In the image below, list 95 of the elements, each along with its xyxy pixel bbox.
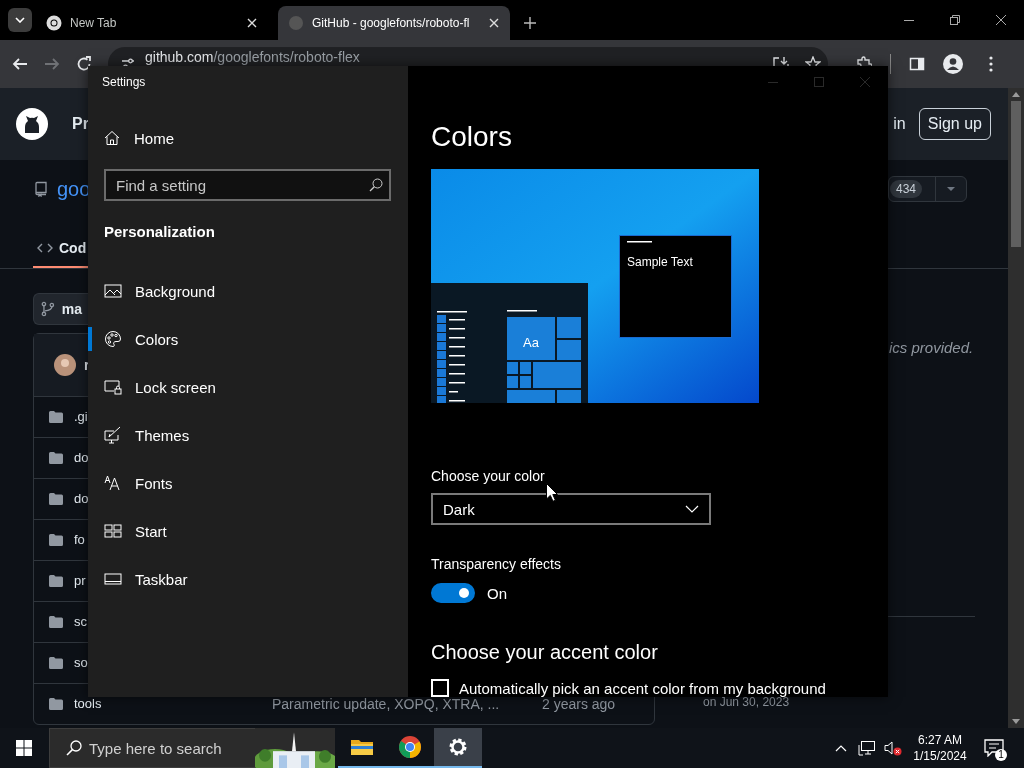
lock-screen-icon bbox=[104, 378, 122, 396]
search-field[interactable]: Type here to search bbox=[49, 728, 255, 768]
folder-icon bbox=[48, 573, 64, 589]
nav-item[interactable]: Colors bbox=[88, 315, 408, 363]
nav-link[interactable]: Pr bbox=[72, 115, 89, 133]
browser-tab[interactable]: GitHub - googlefonts/roboto-fl bbox=[278, 6, 510, 40]
chrome-logo-icon bbox=[46, 15, 62, 31]
sample-text: Sample Text bbox=[627, 255, 693, 269]
sign-in-link[interactable]: in bbox=[893, 115, 906, 133]
reload-icon[interactable] bbox=[76, 56, 92, 72]
mouse-pointer-icon bbox=[546, 483, 558, 502]
file-name[interactable]: fo bbox=[74, 532, 85, 548]
field-label: Transparency effects bbox=[431, 555, 561, 573]
checkbox[interactable] bbox=[431, 679, 449, 697]
star-count-button[interactable]: 434 bbox=[888, 176, 967, 202]
logo-icon[interactable] bbox=[16, 108, 48, 140]
nav-item[interactable]: Themes bbox=[88, 411, 408, 459]
home-link[interactable]: Home bbox=[88, 118, 408, 158]
file-name[interactable]: pr bbox=[74, 573, 86, 589]
release-date: on Jun 30, 2023 bbox=[702, 695, 790, 709]
font-icon bbox=[104, 474, 122, 492]
avatar[interactable] bbox=[54, 354, 76, 376]
commit-message[interactable]: Parametric update, XOPQ, XTRA, ... bbox=[272, 696, 542, 712]
chrome-logo-icon bbox=[398, 735, 422, 759]
file-name[interactable]: so bbox=[74, 655, 88, 671]
branch-icon bbox=[40, 301, 56, 317]
windows-logo-icon[interactable] bbox=[16, 740, 32, 756]
down-arrow-icon[interactable] bbox=[1012, 719, 1020, 724]
toggle-switch[interactable] bbox=[431, 583, 475, 603]
menu-dots-icon[interactable] bbox=[989, 56, 993, 72]
picture-frame-icon bbox=[104, 282, 122, 300]
section-heading: Personalization bbox=[103, 223, 215, 241]
url-text: github.com/googlefonts/roboto-flex bbox=[145, 49, 360, 65]
speech-bubble-icon bbox=[984, 739, 1004, 757]
field-label: Choose your color bbox=[431, 467, 545, 485]
tiles-icon bbox=[104, 522, 122, 540]
folder-icon bbox=[48, 532, 64, 548]
branch-button[interactable]: ma bbox=[33, 293, 88, 325]
commit-age: 2 years ago bbox=[542, 696, 616, 712]
nav-item[interactable]: Fonts bbox=[88, 459, 408, 507]
scrollbar[interactable] bbox=[1008, 88, 1024, 728]
checkbox-label[interactable]: Automatically pick an accent color from my background bbox=[459, 679, 826, 697]
sign-up-button[interactable]: Sign up bbox=[918, 108, 991, 140]
up-arrow-icon[interactable] bbox=[1012, 92, 1020, 97]
caret-icon[interactable] bbox=[947, 187, 955, 191]
nav-item[interactable]: Start bbox=[88, 507, 408, 555]
toggle-state: On bbox=[487, 584, 507, 602]
chevron-down-icon bbox=[685, 505, 699, 513]
minimize-icon[interactable] bbox=[904, 19, 914, 21]
search-field[interactable]: Find a setting bbox=[104, 169, 391, 201]
notification-button[interactable]: 1 bbox=[974, 728, 1014, 768]
search-icon bbox=[66, 740, 82, 756]
file-name[interactable]: tools bbox=[74, 696, 102, 712]
side-panel-icon[interactable] bbox=[909, 56, 925, 72]
chevron-up-icon[interactable] bbox=[835, 744, 847, 752]
profile-icon[interactable] bbox=[943, 54, 963, 74]
file-name[interactable]: sc bbox=[74, 614, 87, 630]
chevron-down-icon bbox=[15, 17, 25, 23]
palette-icon bbox=[104, 330, 122, 348]
clock[interactable]: 6:27 AM 1/15/2024 bbox=[912, 732, 968, 764]
close-icon[interactable] bbox=[996, 15, 1006, 25]
file-name[interactable]: .gi bbox=[74, 409, 88, 425]
folder-icon bbox=[48, 655, 64, 671]
file-name[interactable]: do bbox=[74, 450, 89, 466]
repo-name-link[interactable]: goo bbox=[57, 177, 91, 201]
taskbar-icon bbox=[104, 570, 122, 588]
forward-arrow-icon[interactable] bbox=[44, 56, 60, 72]
search-icon[interactable] bbox=[369, 178, 383, 192]
scrollbar-thumb[interactable] bbox=[1011, 101, 1021, 247]
network-icon[interactable] bbox=[858, 740, 876, 756]
folder-icon bbox=[48, 614, 64, 630]
repo-icon bbox=[33, 181, 49, 197]
count-badge: 434 bbox=[890, 180, 923, 198]
restore-icon[interactable] bbox=[950, 15, 960, 25]
browser-tab[interactable]: New Tab bbox=[36, 6, 268, 40]
plus-icon[interactable] bbox=[524, 17, 536, 29]
folder-icon bbox=[48, 450, 64, 466]
back-arrow-icon[interactable] bbox=[12, 56, 28, 72]
folder-icon bbox=[48, 696, 64, 712]
nav-item[interactable]: Lock screen bbox=[88, 363, 408, 411]
home-icon bbox=[104, 130, 120, 146]
tile-label: Aa bbox=[523, 335, 539, 350]
color-dropdown[interactable]: Dark bbox=[431, 493, 711, 525]
page-title: Colors bbox=[431, 120, 512, 154]
folder-icon bbox=[48, 409, 64, 425]
taskbar-app-button[interactable] bbox=[434, 728, 482, 768]
brush-monitor-icon bbox=[104, 426, 122, 444]
tab-search-button[interactable] bbox=[8, 8, 32, 32]
about-text: ics provided. bbox=[888, 339, 975, 356]
nav-item[interactable]: Background bbox=[88, 267, 408, 315]
section-heading: Choose your accent color bbox=[431, 640, 658, 665]
nav-item[interactable]: Taskbar bbox=[88, 555, 408, 603]
file-name[interactable]: do bbox=[74, 491, 89, 507]
folder-icon bbox=[48, 491, 64, 507]
volume-muted-icon[interactable] bbox=[884, 740, 902, 756]
